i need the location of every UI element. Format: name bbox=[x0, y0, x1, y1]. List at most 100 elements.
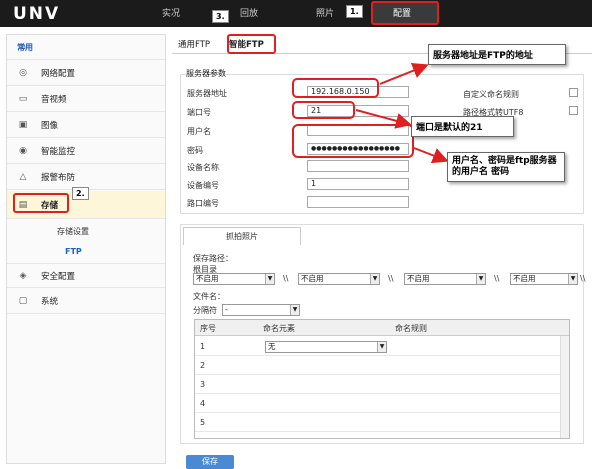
chevron-down-icon: ▼ bbox=[370, 274, 379, 284]
port-label: 端口号 bbox=[187, 108, 211, 117]
select-value: 不启用 bbox=[301, 274, 324, 283]
username-label: 用户名 bbox=[187, 127, 211, 136]
sidebar-item-label: 报警布防 bbox=[41, 173, 76, 183]
filename-label: 文件名： bbox=[193, 292, 225, 301]
table-row: 5 bbox=[195, 414, 561, 432]
tab-general-ftp[interactable]: 通用FTP bbox=[178, 38, 210, 50]
sidebar-item-label: 常用 bbox=[17, 42, 33, 52]
crossing-id-input[interactable] bbox=[307, 196, 409, 208]
callout-credentials: 用户名、密码是ftp服务器的用户名 密码 bbox=[447, 152, 565, 182]
brand-logo: UNV bbox=[13, 4, 61, 24]
image-icon: ▣ bbox=[18, 120, 28, 130]
naming-table: 序号 命名元素 命名规则 1 无 ▼ 2 3 4 5 bbox=[194, 319, 570, 439]
delimiter-label: 分隔符 bbox=[193, 306, 217, 315]
device-id-label: 设备编号 bbox=[187, 181, 219, 190]
row-index: 5 bbox=[200, 418, 206, 427]
dir-level-2-select[interactable]: 不启用 ▼ bbox=[298, 273, 380, 285]
row-index: 1 bbox=[200, 342, 206, 351]
save-button[interactable]: 保存 bbox=[186, 455, 234, 469]
annotation-box-storage bbox=[13, 193, 69, 213]
annotation-box-smart-ftp bbox=[227, 34, 276, 54]
select-value: - bbox=[225, 305, 228, 314]
path-separator: \\ bbox=[388, 274, 394, 283]
sidebar-subitem-ftp[interactable]: FTP bbox=[7, 241, 165, 261]
sidebar-item-label: 音视频 bbox=[41, 95, 67, 105]
annotation-box-port bbox=[292, 101, 355, 119]
password-label: 密码 bbox=[187, 146, 203, 155]
table-row: 3 bbox=[195, 376, 561, 394]
camera-icon: ◉ bbox=[19, 146, 27, 156]
table-row: 1 无 ▼ bbox=[195, 338, 561, 356]
annotation-box-address bbox=[292, 78, 379, 98]
sidebar-item-common[interactable]: ⌂ 常用 bbox=[7, 35, 165, 60]
chevron-down-icon: ▼ bbox=[568, 274, 577, 284]
device-id-input[interactable]: 1 bbox=[307, 178, 409, 190]
select-value: 无 bbox=[268, 342, 276, 351]
sidebar-item-label: 图像 bbox=[41, 121, 59, 131]
dir-level-4-select[interactable]: 不启用 ▼ bbox=[510, 273, 578, 285]
device-name-label: 设备名称 bbox=[187, 163, 219, 172]
select-value: 不启用 bbox=[196, 274, 219, 283]
chevron-down-icon: ▼ bbox=[476, 274, 485, 284]
select-value: 不启用 bbox=[513, 274, 536, 283]
sidebar-item-system[interactable]: ▢ 系统 bbox=[7, 289, 165, 314]
tab-snapshot[interactable]: 抓拍照片 bbox=[183, 227, 301, 245]
shield-icon: ◈ bbox=[19, 270, 27, 281]
nav-photos[interactable]: 照片 bbox=[316, 6, 334, 19]
system-icon: ▢ bbox=[18, 296, 28, 306]
annotation-box-config bbox=[371, 1, 439, 25]
top-nav-bar: UNV 实况 回放 照片 配置 bbox=[0, 0, 592, 27]
sidebar-item-label: 智能监控 bbox=[41, 147, 76, 157]
dir-level-1-select[interactable]: 不启用 ▼ bbox=[193, 273, 275, 285]
custom-rule-checkbox[interactable] bbox=[569, 88, 578, 97]
utf8-checkbox[interactable] bbox=[569, 106, 578, 115]
table-header: 序号 命名元素 命名规则 bbox=[195, 320, 569, 336]
annotation-box-credentials bbox=[292, 124, 414, 158]
sidebar-item-network[interactable]: ◎ 网络配置 bbox=[7, 61, 165, 86]
nav-playback[interactable]: 回放 bbox=[240, 6, 258, 19]
table-row: 2 bbox=[195, 357, 561, 375]
chevron-down-icon: ▼ bbox=[265, 274, 274, 284]
callout-port: 端口是默认的21 bbox=[411, 116, 514, 137]
server-params-title: 服务器参数 bbox=[186, 69, 226, 78]
chevron-down-icon: ▼ bbox=[290, 305, 299, 315]
col-header-rule: 命名规则 bbox=[395, 324, 427, 333]
naming-element-select[interactable]: 无 ▼ bbox=[265, 341, 387, 353]
select-value: 不启用 bbox=[407, 274, 430, 283]
path-separator: \\ bbox=[580, 274, 586, 283]
chevron-down-icon: ▼ bbox=[377, 342, 386, 352]
row-index: 4 bbox=[200, 399, 206, 408]
dir-level-3-select[interactable]: 不启用 ▼ bbox=[404, 273, 486, 285]
custom-rule-label: 自定义命名规则 bbox=[463, 90, 519, 99]
row-index: 3 bbox=[200, 380, 206, 389]
sidebar-item-security[interactable]: ◈ 安全配置 bbox=[7, 263, 165, 288]
table-row: 4 bbox=[195, 395, 561, 413]
sidebar-item-label: 系统 bbox=[41, 297, 59, 307]
col-header-element: 命名元素 bbox=[263, 324, 295, 333]
callout-server-address: 服务器地址是FTP的地址 bbox=[428, 44, 566, 65]
step-label-1: 1. bbox=[346, 5, 363, 18]
sidebar-item-smart-monitor[interactable]: ◉ 智能监控 bbox=[7, 139, 165, 164]
nav-live[interactable]: 实况 bbox=[162, 6, 180, 19]
server-address-label: 服务器地址 bbox=[187, 89, 227, 98]
step-label-3: 3. bbox=[212, 10, 229, 23]
sidebar: ⌂ 常用 ◎ 网络配置 ▭ 音视频 ▣ 图像 ◉ 智能监控 △ 报警布防 ▤ 存… bbox=[6, 34, 166, 464]
path-separator: \\ bbox=[283, 274, 289, 283]
path-separator: \\ bbox=[494, 274, 500, 283]
sidebar-item-audio-video[interactable]: ▭ 音视频 bbox=[7, 87, 165, 112]
row-index: 2 bbox=[200, 361, 206, 370]
step-label-2: 2. bbox=[72, 187, 89, 200]
delimiter-select[interactable]: - ▼ bbox=[222, 304, 300, 316]
col-header-index: 序号 bbox=[200, 324, 216, 333]
table-scrollbar[interactable] bbox=[560, 336, 569, 438]
sidebar-item-label: 安全配置 bbox=[41, 271, 76, 282]
video-icon: ▭ bbox=[18, 94, 28, 104]
sidebar-subitem-storage-settings[interactable]: 存储设置 bbox=[7, 221, 165, 241]
crossing-id-label: 路口编号 bbox=[187, 199, 219, 208]
sidebar-item-image[interactable]: ▣ 图像 bbox=[7, 113, 165, 138]
globe-icon: ◎ bbox=[19, 68, 27, 78]
alarm-icon: △ bbox=[19, 172, 27, 182]
sidebar-item-label: 网络配置 bbox=[41, 69, 76, 79]
save-path-label: 保存路径： bbox=[193, 254, 233, 263]
device-name-input[interactable] bbox=[307, 160, 409, 172]
